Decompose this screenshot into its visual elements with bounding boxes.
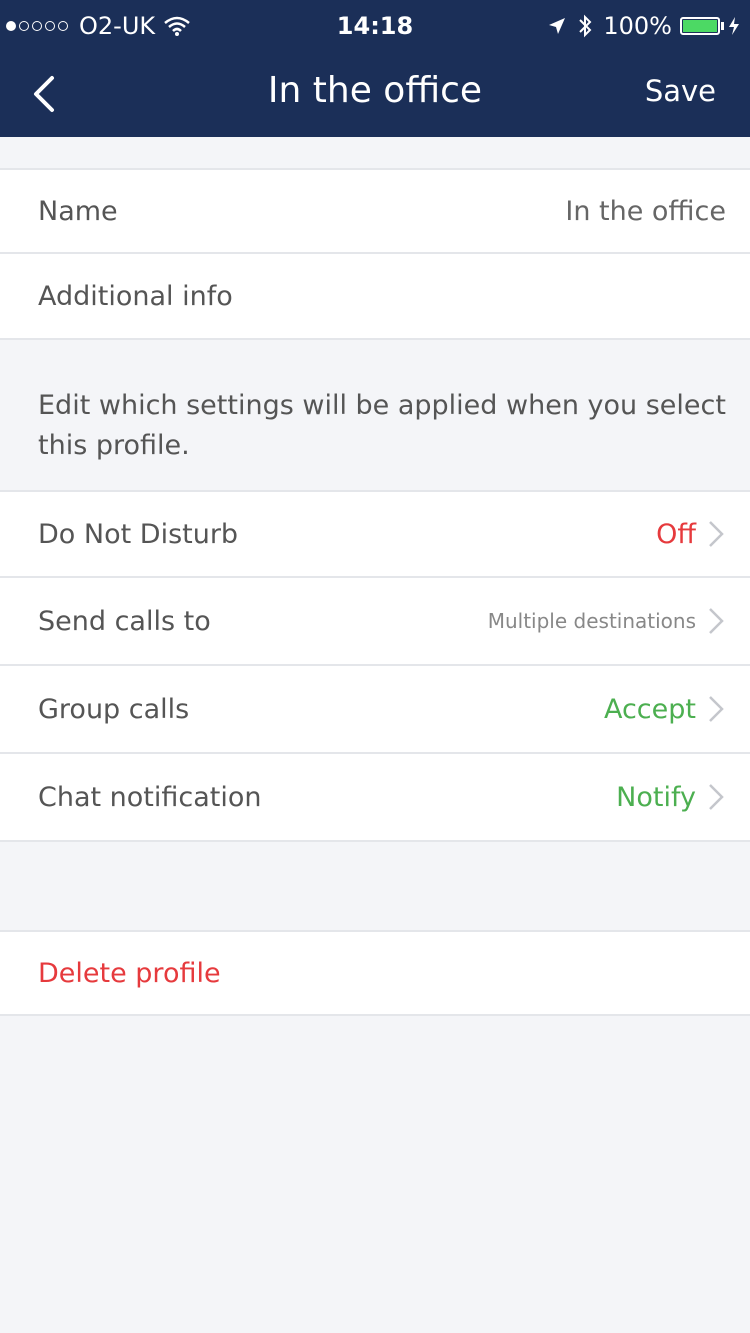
send-calls-label: Send calls to — [38, 605, 211, 637]
delete-profile-button[interactable]: Delete profile — [38, 932, 221, 1014]
location-arrow-icon — [549, 18, 566, 34]
chat-notification-value-wrap: Notify — [616, 754, 726, 840]
do-not-disturb-value: Off — [656, 518, 696, 550]
status-bar: O2-UK 14:18 100% — [0, 0, 750, 50]
chevron-right-icon — [709, 784, 724, 810]
battery-icon — [680, 17, 724, 35]
send-calls-value: Multiple destinations — [487, 609, 696, 633]
do-not-disturb-row[interactable]: Do Not Disturb Off — [0, 490, 750, 578]
name-value: In the office — [565, 195, 726, 227]
status-right: 100% — [547, 12, 740, 40]
group-calls-label: Group calls — [38, 693, 190, 725]
chevron-right-icon — [709, 696, 724, 722]
delete-profile-row[interactable]: Delete profile — [0, 930, 750, 1016]
name-row[interactable]: Name In the office — [0, 168, 750, 254]
header: O2-UK 14:18 100% In the office Save — [0, 0, 750, 137]
chevron-right-icon — [709, 521, 724, 547]
profile-description: Edit which settings will be applied when… — [38, 390, 726, 461]
name-label: Name — [38, 195, 118, 227]
chat-notification-value: Notify — [616, 781, 696, 813]
chevron-right-icon — [709, 608, 724, 634]
group-calls-value-wrap: Accept — [604, 666, 726, 752]
battery-percent: 100% — [603, 12, 672, 40]
nav-bar: In the office Save — [0, 50, 750, 137]
additional-info-row[interactable]: Additional info — [0, 254, 750, 340]
additional-info-label: Additional info — [38, 280, 233, 312]
send-calls-row[interactable]: Send calls to Multiple destinations — [0, 578, 750, 666]
save-button[interactable]: Save — [645, 74, 716, 108]
chat-notification-label: Chat notification — [38, 781, 262, 813]
do-not-disturb-label: Do Not Disturb — [38, 518, 239, 550]
bluetooth-icon — [579, 14, 592, 38]
send-calls-value-wrap: Multiple destinations — [488, 578, 726, 664]
screen: O2-UK 14:18 100% In the office Save Name… — [0, 0, 750, 1333]
charging-icon — [729, 17, 739, 35]
chat-notification-row[interactable]: Chat notification Notify — [0, 754, 750, 842]
do-not-disturb-value-wrap: Off — [656, 492, 726, 576]
group-calls-row[interactable]: Group calls Accept — [0, 666, 750, 754]
page-title: In the office — [267, 70, 483, 111]
group-calls-value: Accept — [603, 693, 696, 725]
